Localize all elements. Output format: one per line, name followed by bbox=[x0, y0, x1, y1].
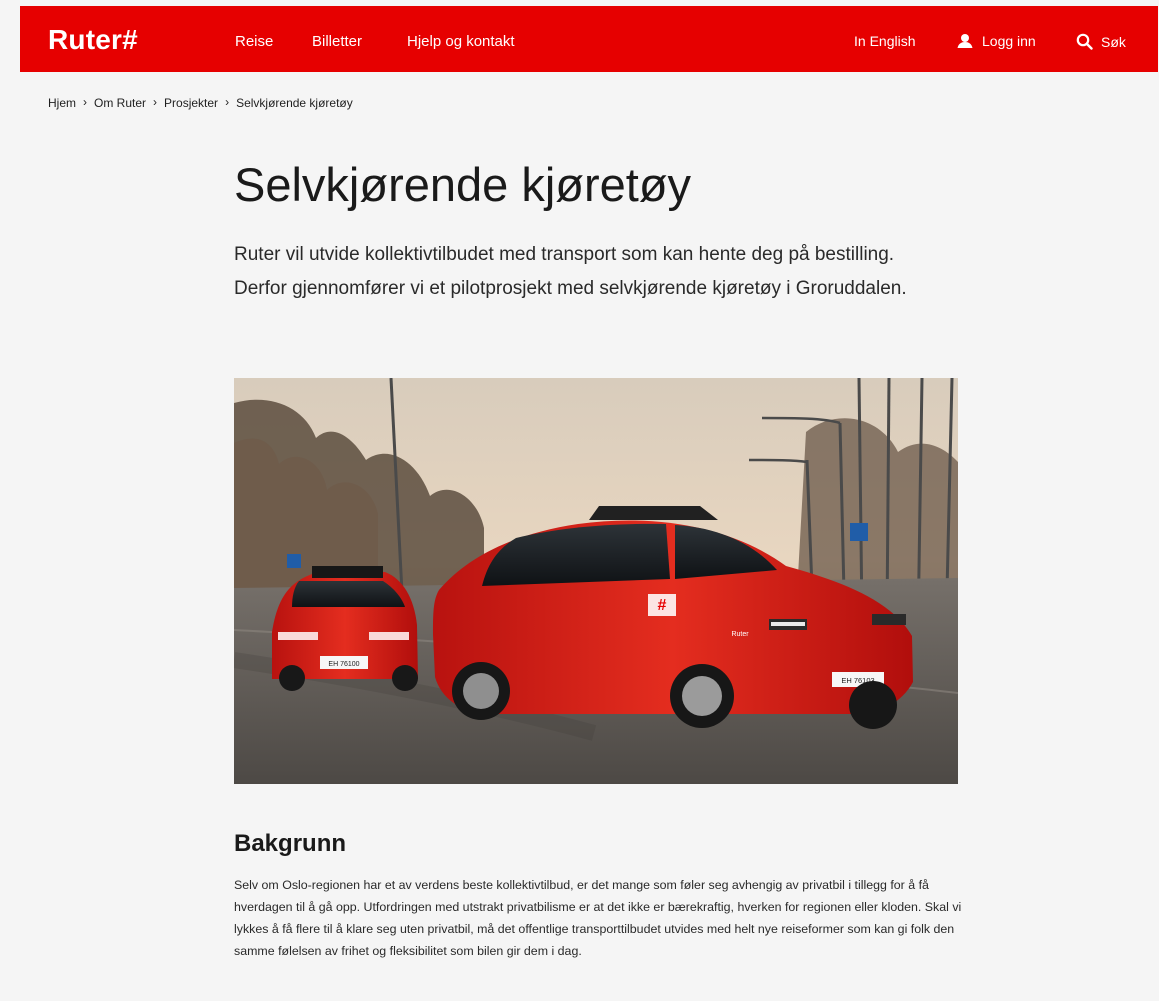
intro-text: Ruter vil utvide kollektivtilbudet med t… bbox=[234, 244, 907, 299]
section-title: Bakgrunn bbox=[234, 830, 347, 857]
chevron-right-icon: › bbox=[225, 95, 230, 109]
chevron-right-icon: › bbox=[153, 95, 158, 109]
chevron-right-icon: › bbox=[83, 95, 88, 109]
breadcrumb-item-om-ruter[interactable]: Om Ruter bbox=[94, 96, 146, 110]
page-title: Selvkjørende kjøretøy bbox=[234, 158, 692, 211]
language-english-link[interactable]: In English bbox=[854, 33, 915, 49]
section-body-text: Selv om Oslo-regionen har et av verdens … bbox=[234, 878, 962, 958]
search-icon bbox=[1076, 33, 1093, 50]
road-sign bbox=[850, 523, 868, 541]
nav-billetter-link[interactable]: Billetter bbox=[312, 33, 362, 50]
login-label: Logg inn bbox=[982, 33, 1036, 49]
ruter-logo[interactable]: Ruter# bbox=[48, 24, 138, 56]
nav-hjelp-link[interactable]: Hjelp og kontakt bbox=[407, 33, 515, 50]
plate-back: EH 76100 bbox=[328, 661, 359, 668]
nav-reise-link[interactable]: Reise bbox=[235, 33, 273, 50]
svg-text:#: # bbox=[658, 597, 667, 614]
svg-text:Ruter: Ruter bbox=[731, 631, 749, 638]
hero-image-self-driving-cars: EH 76100 # Ruter EH 76103 bbox=[234, 378, 958, 784]
login-button[interactable]: Logg inn bbox=[956, 33, 1036, 49]
road-sign bbox=[287, 554, 301, 568]
search-label: Søk bbox=[1101, 33, 1126, 50]
search-button[interactable]: Søk bbox=[1076, 33, 1126, 50]
breadcrumb-item-prosjekter[interactable]: Prosjekter bbox=[164, 96, 218, 110]
breadcrumb-current-page: Selvkjørende kjøretøy bbox=[236, 96, 353, 110]
user-icon bbox=[956, 33, 974, 49]
top-navigation-bar: Ruter# Reise Billetter Hjelp og kontakt … bbox=[20, 6, 1158, 72]
breadcrumb-item-hjem[interactable]: Hjem bbox=[48, 96, 76, 110]
breadcrumb: Hjem › Om Ruter › Prosjekter › Selvkjøre… bbox=[48, 95, 353, 110]
rear-red-car: EH 76100 bbox=[272, 566, 418, 691]
